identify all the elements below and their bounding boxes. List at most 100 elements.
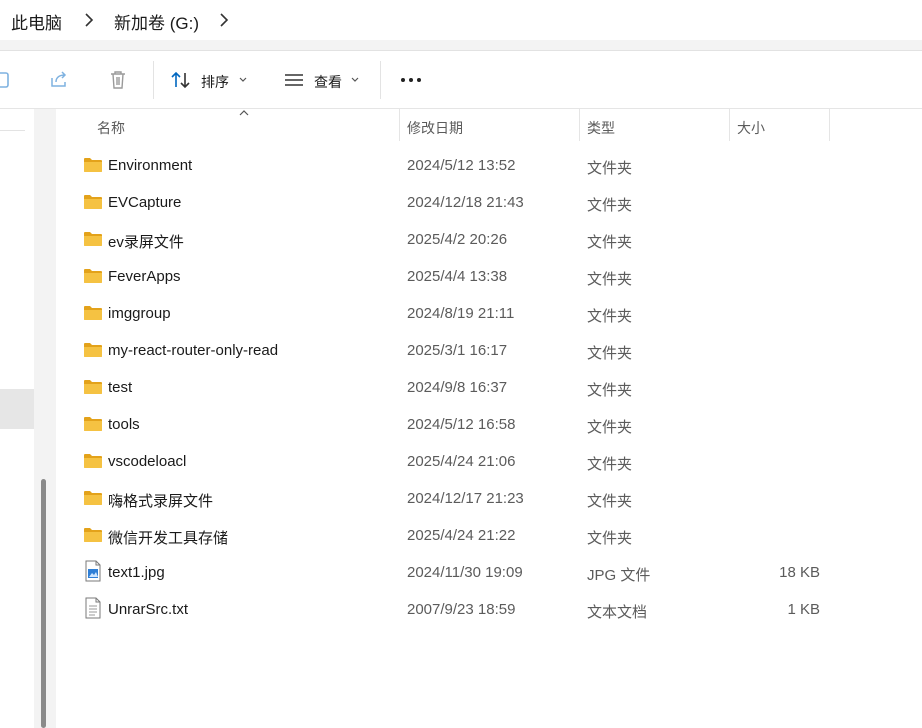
file-row[interactable]: UnrarSrc.txt 2007/9/23 18:59 文本文档 1 KB <box>56 591 922 628</box>
file-name: UnrarSrc.txt <box>108 601 189 618</box>
address-bar: 此电脑 新加卷 (G:) <box>0 0 922 40</box>
file-name: EVCapture <box>108 194 182 211</box>
view-icon <box>285 74 303 86</box>
chevron-down-icon <box>239 77 247 82</box>
nav-scrollbar-thumb[interactable] <box>41 479 46 728</box>
chevron-right-icon[interactable] <box>216 11 232 29</box>
folder-icon <box>83 341 103 359</box>
file-name: text1.jpg <box>108 564 165 581</box>
column-divider[interactable] <box>399 109 400 141</box>
breadcrumb-drive[interactable]: 新加卷 (G:) <box>114 9 199 34</box>
folder-icon <box>83 193 103 211</box>
file-type: 文件夹 <box>587 160 633 177</box>
view-button[interactable]: 查看 <box>283 65 365 95</box>
file-row[interactable]: 微信开发工具存储 2025/4/24 21:22 文件夹 <box>56 517 922 554</box>
toolbar-separator <box>380 61 381 99</box>
file-row[interactable]: Environment 2024/5/12 13:52 文件夹 <box>56 147 922 184</box>
column-header-name[interactable]: 名称 <box>97 118 125 138</box>
file-modified-date: 2024/5/12 16:58 <box>407 416 516 433</box>
file-type: 文本文档 <box>587 604 648 621</box>
breadcrumb-this-pc[interactable]: 此电脑 <box>11 9 62 34</box>
file-type: 文件夹 <box>587 382 633 399</box>
file-modified-date: 2025/4/24 21:22 <box>407 527 516 544</box>
more-options-button[interactable] <box>398 65 426 95</box>
file-size: 1 KB <box>787 601 820 618</box>
column-headers: 名称 修改日期 类型 大小 <box>56 109 922 143</box>
sort-button[interactable]: 排序 <box>170 65 252 95</box>
file-modified-date: 2007/9/23 18:59 <box>407 601 516 618</box>
nav-scrollbar[interactable] <box>34 109 56 728</box>
column-header-type[interactable]: 类型 <box>587 118 615 138</box>
column-divider[interactable] <box>579 109 580 141</box>
file-modified-date: 2025/4/24 21:06 <box>407 453 516 470</box>
chevron-right-icon[interactable] <box>81 11 97 29</box>
folder-icon <box>83 304 103 322</box>
text-file-icon <box>83 597 103 619</box>
file-name: tools <box>108 416 140 433</box>
share-icon[interactable] <box>48 69 70 91</box>
file-name: 嗨格式录屏文件 <box>108 493 214 510</box>
image-file-icon <box>83 560 103 582</box>
navigation-pane <box>0 109 34 728</box>
file-modified-date: 2025/4/2 20:26 <box>407 231 508 248</box>
file-name: ev录屏文件 <box>108 234 184 251</box>
nav-item-selected[interactable] <box>0 389 34 429</box>
copy-icon[interactable] <box>0 69 14 91</box>
toolbar-separator <box>153 61 154 99</box>
file-type: 文件夹 <box>587 271 633 288</box>
chevron-down-icon <box>351 77 359 82</box>
file-name: imggroup <box>108 305 171 322</box>
file-type: 文件夹 <box>587 456 633 473</box>
folder-icon <box>83 378 103 396</box>
column-header-size[interactable]: 大小 <box>737 118 765 138</box>
folder-icon <box>83 267 103 285</box>
sort-label: 排序 <box>201 74 229 90</box>
file-modified-date: 2024/11/30 19:09 <box>407 564 523 581</box>
file-name: vscodeloacl <box>108 453 187 470</box>
file-type: 文件夹 <box>587 234 633 251</box>
folder-icon <box>83 526 103 544</box>
file-row[interactable]: imggroup 2024/8/19 21:11 文件夹 <box>56 295 922 332</box>
file-type: 文件夹 <box>587 308 633 325</box>
file-row[interactable]: tools 2024/5/12 16:58 文件夹 <box>56 406 922 443</box>
view-label: 查看 <box>314 74 342 90</box>
file-size: 18 KB <box>779 564 820 581</box>
file-row[interactable]: ev录屏文件 2025/4/2 20:26 文件夹 <box>56 221 922 258</box>
file-modified-date: 2024/12/18 21:43 <box>407 194 524 211</box>
file-row[interactable]: test 2024/9/8 16:37 文件夹 <box>56 369 922 406</box>
column-divider[interactable] <box>829 109 830 141</box>
file-modified-date: 2025/3/1 16:17 <box>407 342 508 359</box>
file-type: 文件夹 <box>587 197 633 214</box>
file-row[interactable]: EVCapture 2024/12/18 21:43 文件夹 <box>56 184 922 221</box>
address-bar-divider <box>0 40 922 51</box>
folder-icon <box>83 452 103 470</box>
column-header-date[interactable]: 修改日期 <box>407 118 463 138</box>
file-type: 文件夹 <box>587 530 633 547</box>
file-name: 微信开发工具存储 <box>108 530 229 547</box>
sort-icon <box>171 71 190 89</box>
file-modified-date: 2024/9/8 16:37 <box>407 379 508 396</box>
file-modified-date: 2024/8/19 21:11 <box>407 305 515 322</box>
folder-icon <box>83 489 103 507</box>
command-bar: 排序 查看 <box>0 51 922 109</box>
file-modified-date: 2025/4/4 13:38 <box>407 268 508 285</box>
column-divider[interactable] <box>729 109 730 141</box>
delete-icon[interactable] <box>107 69 129 91</box>
folder-icon <box>83 230 103 248</box>
file-name: test <box>108 379 133 396</box>
sort-ascending-icon <box>239 110 249 116</box>
folder-icon <box>83 156 103 174</box>
file-type: 文件夹 <box>587 345 633 362</box>
folder-icon <box>83 415 103 433</box>
file-type: JPG 文件 <box>587 567 651 584</box>
file-modified-date: 2024/12/17 21:23 <box>407 490 524 507</box>
file-type: 文件夹 <box>587 493 633 510</box>
file-row[interactable]: 嗨格式录屏文件 2024/12/17 21:23 文件夹 <box>56 480 922 517</box>
file-row[interactable]: my-react-router-only-read 2025/3/1 16:17 文… <box>56 332 922 369</box>
file-row[interactable]: vscodeloacl 2025/4/24 21:06 文件夹 <box>56 443 922 480</box>
file-row[interactable]: text1.jpg 2024/11/30 19:09 JPG 文件 18 KB <box>56 554 922 591</box>
file-modified-date: 2024/5/12 13:52 <box>407 157 516 174</box>
file-row[interactable]: FeverApps 2025/4/4 13:38 文件夹 <box>56 258 922 295</box>
more-icon <box>401 78 421 82</box>
file-type: 文件夹 <box>587 419 633 436</box>
